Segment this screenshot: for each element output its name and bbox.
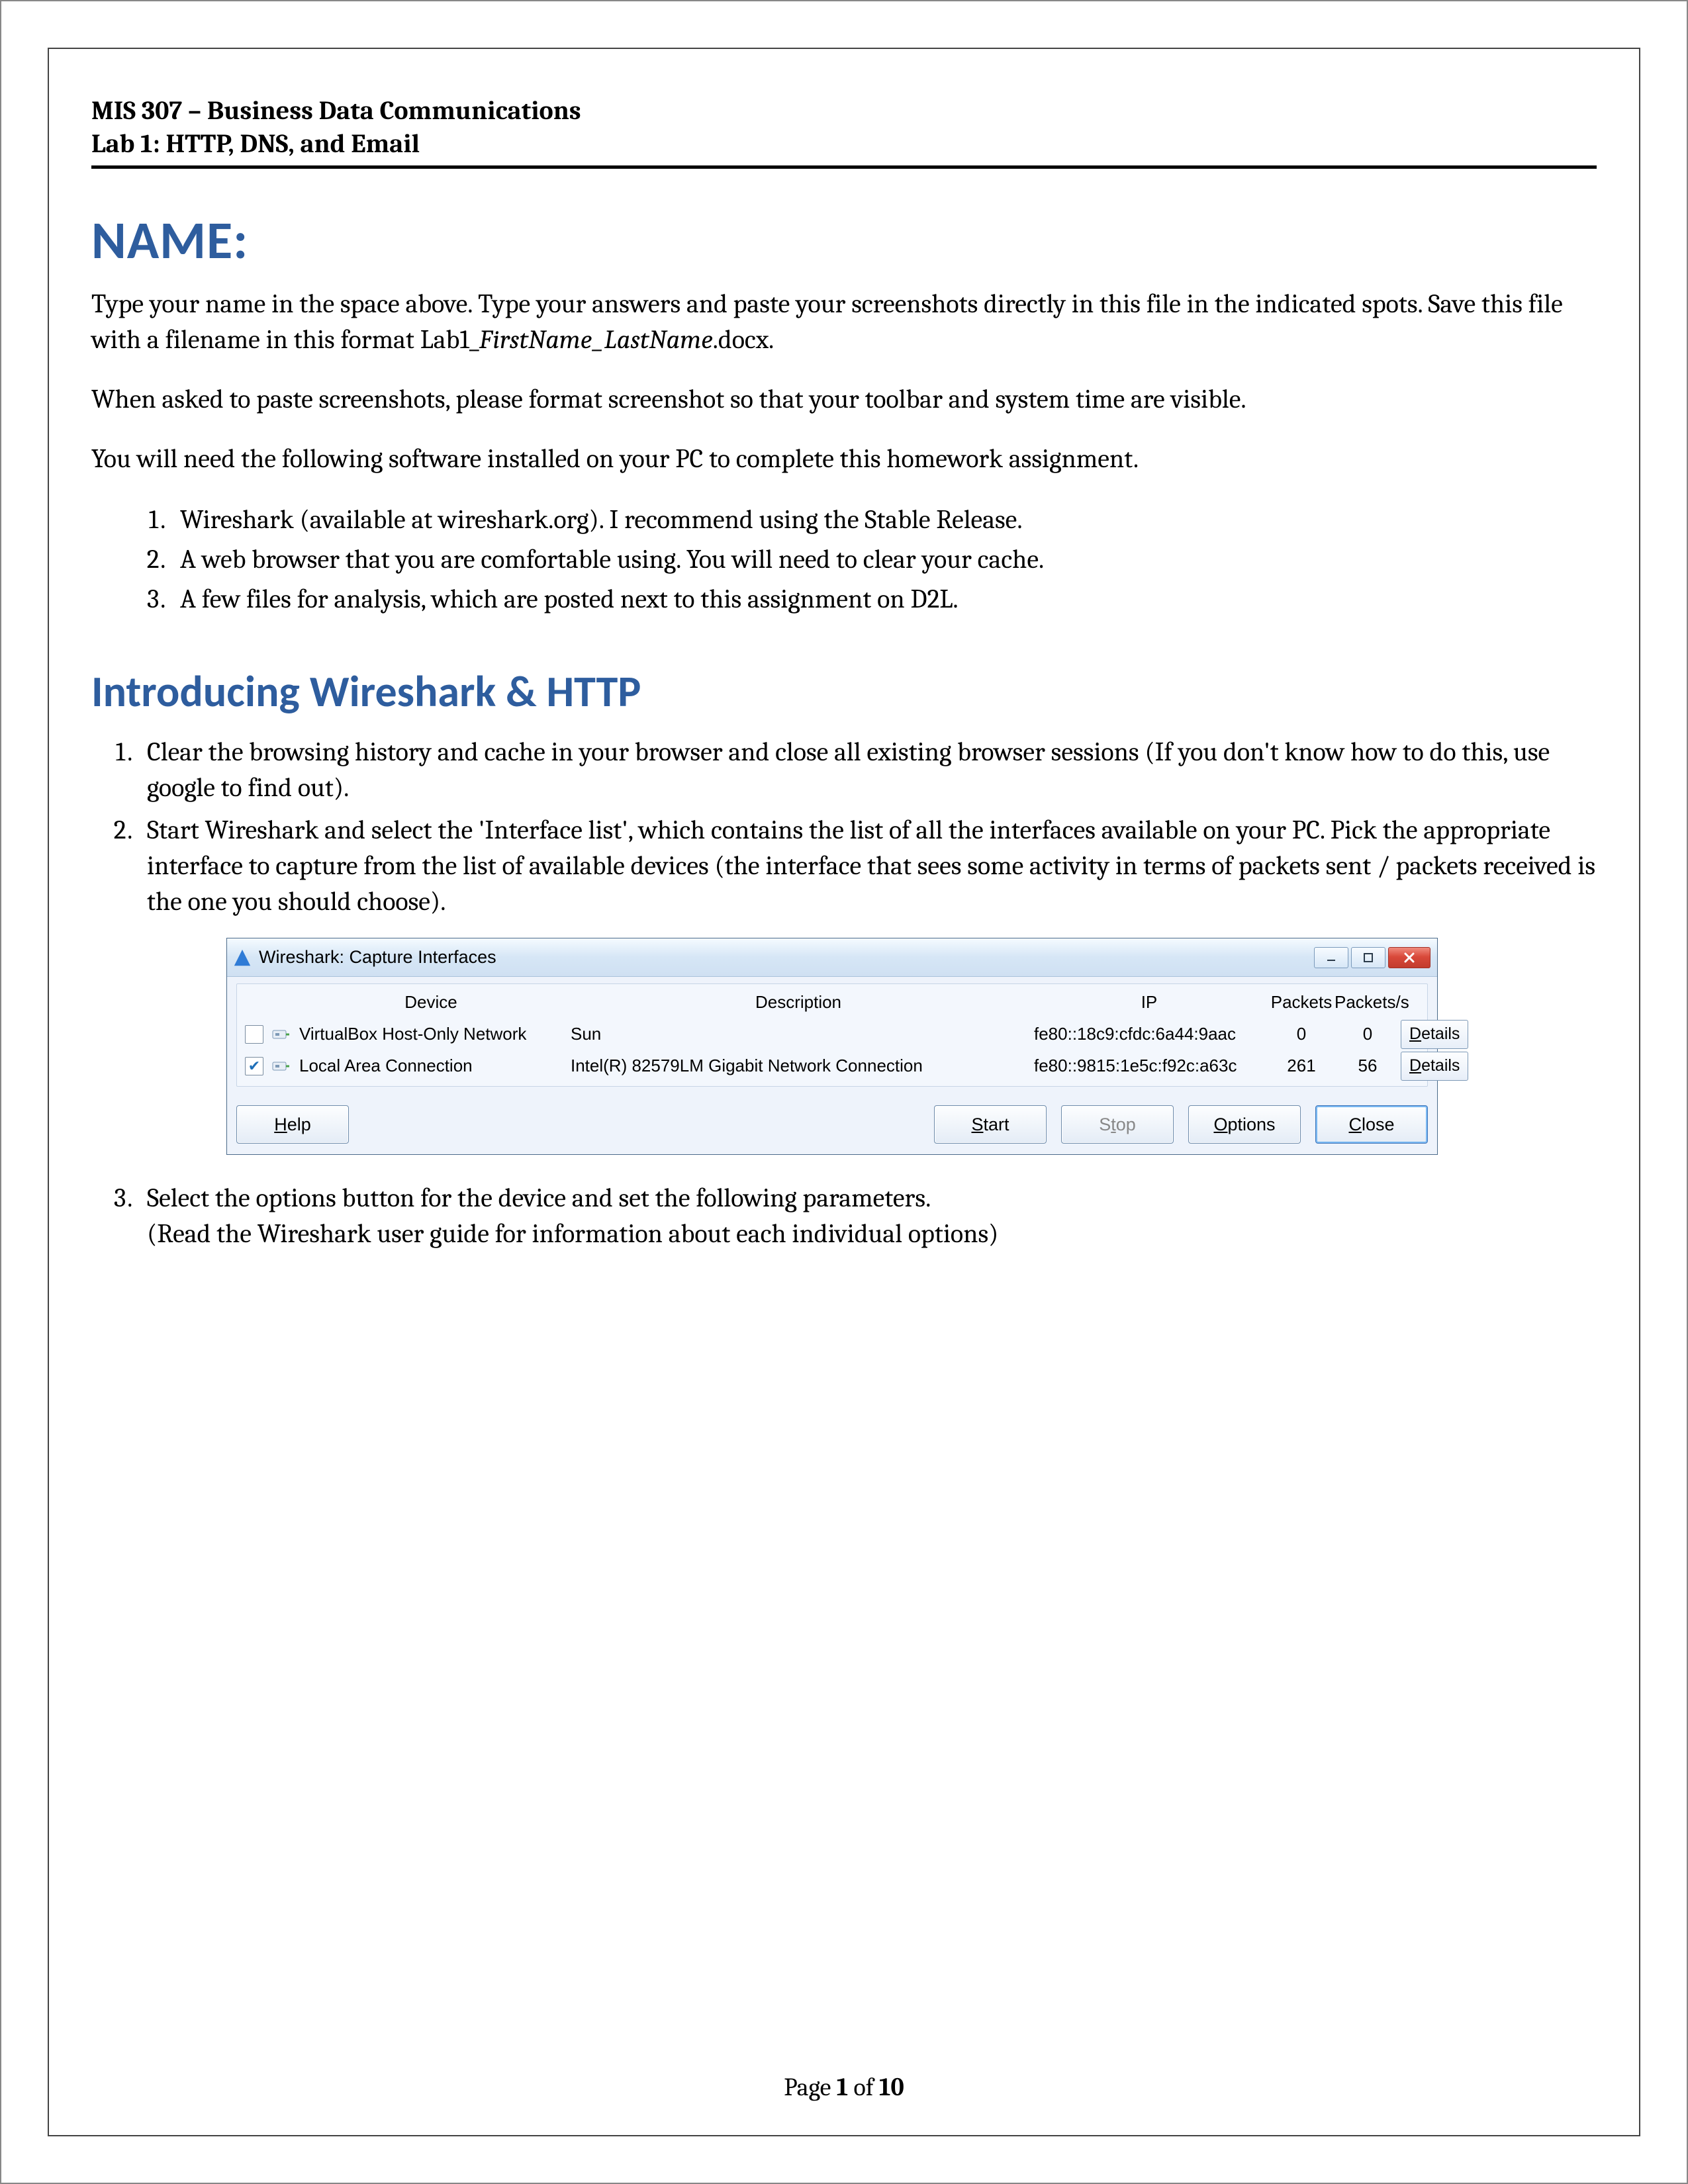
row2-device: Local Area Connection (295, 1054, 567, 1077)
dialog-button-bar: Help Start Stop Options Close (236, 1105, 1428, 1144)
interface-row-2: ✔ Local Area Connection Intel(R) 82579LM… (237, 1050, 1427, 1082)
row2-ip: fe80::9815:1e5c:f92c:a63c (1030, 1054, 1268, 1077)
wireshark-app-icon (232, 948, 252, 968)
software-list: Wireshark (available at wireshark.org). … (91, 500, 1597, 618)
minimize-button[interactable] (1314, 947, 1348, 968)
footer-page-total: 10 (879, 2073, 904, 2102)
close-button[interactable] (1388, 947, 1430, 968)
footer-of: of (848, 2073, 879, 2102)
software-item-1: Wireshark (available at wireshark.org). … (171, 500, 1597, 539)
maximize-button[interactable] (1351, 947, 1385, 968)
software-item-3: A few files for analysis, which are post… (171, 580, 1597, 618)
intro-1-filename-italic: FirstName_LastName (479, 324, 713, 355)
doc-header-line2: Lab 1: HTTP, DNS, and Email (91, 127, 1597, 160)
name-heading: NAME: (91, 208, 1597, 273)
options-label-rest: ptions (1227, 1115, 1275, 1134)
footer-page-num: 1 (837, 2073, 848, 2102)
row1-packets: 0 (1268, 1023, 1335, 1046)
help-label-rest: elp (287, 1115, 311, 1134)
step-3a-text: Select the options button for the device… (147, 1183, 931, 1213)
intro-paragraph-2: When asked to paste screenshots, please … (91, 381, 1597, 417)
stop-button[interactable]: Stop (1061, 1105, 1174, 1144)
row1-packets-s: 0 (1335, 1023, 1401, 1046)
col-packets-s: Packets/s (1335, 991, 1401, 1014)
wireshark-screenshot: Wireshark: Capture Interfaces (226, 938, 1597, 1155)
dialog-close-button[interactable]: Close (1315, 1105, 1428, 1144)
col-description: Description (567, 991, 1030, 1014)
step-3b-text: (Read the Wireshark user guide for infor… (147, 1218, 998, 1249)
row2-description: Intel(R) 82579LM Gigabit Network Connect… (567, 1054, 1030, 1077)
options-button[interactable]: Options (1188, 1105, 1301, 1144)
start-label-rest: tart (984, 1115, 1009, 1134)
close-label-rest: lose (1362, 1115, 1395, 1134)
window-sys-buttons (1314, 947, 1432, 968)
row1-ip: fe80::18c9:cfdc:6a44:9aac (1030, 1023, 1268, 1046)
intro-paragraph-3: You will need the following software ins… (91, 441, 1597, 477)
intro-paragraph-1: Type your name in the space above. Type … (91, 286, 1597, 357)
col-ip: IP (1030, 991, 1268, 1014)
col-device: Device (295, 991, 567, 1014)
row2-details-label-rest: etails (1421, 1056, 1460, 1075)
wireshark-titlebar: Wireshark: Capture Interfaces (227, 938, 1437, 977)
wireshark-window-title: Wireshark: Capture Interfaces (259, 945, 496, 969)
wireshark-window: Wireshark: Capture Interfaces (226, 938, 1438, 1155)
row2-checkbox[interactable]: ✔ (245, 1057, 263, 1075)
software-item-2: A web browser that you are comfortable u… (171, 540, 1597, 578)
step-3: Select the options button for the device… (138, 1180, 1597, 1251)
step-1: Clear the browsing history and cache in … (138, 734, 1597, 805)
row1-device: VirtualBox Host-Only Network (295, 1023, 567, 1046)
intro-1b: .docx. (713, 324, 774, 355)
page-footer: Page 1 of 10 (49, 2073, 1639, 2102)
row1-details-button[interactable]: Details (1401, 1020, 1468, 1049)
interfaces-header-row: Device Description IP Packets Packets/s (237, 987, 1427, 1019)
help-button[interactable]: Help (236, 1105, 349, 1144)
step-2-text: Start Wireshark and select the 'Interfac… (147, 815, 1595, 917)
stop-label-rest: op (1116, 1115, 1136, 1134)
row2-packets-s: 56 (1335, 1054, 1401, 1077)
doc-header-line1: MIS 307 – Business Data Communications (91, 94, 1597, 127)
section-heading-wireshark: Introducing Wireshark & HTTP (91, 664, 1597, 718)
row2-packets: 261 (1268, 1054, 1335, 1077)
header-rule (91, 165, 1597, 169)
interfaces-panel: Device Description IP Packets Packets/s (236, 983, 1428, 1087)
row1-checkbox[interactable] (245, 1025, 263, 1044)
steps-list: Clear the browsing history and cache in … (91, 734, 1597, 1251)
network-adapter-icon (271, 1026, 290, 1042)
start-button[interactable]: Start (934, 1105, 1047, 1144)
row1-details-label-rest: etails (1421, 1024, 1460, 1043)
col-packets: Packets (1268, 991, 1335, 1014)
network-adapter-icon (271, 1058, 290, 1074)
wireshark-body: Device Description IP Packets Packets/s (227, 977, 1437, 1154)
intro-1a: Type your name in the space above. Type … (91, 289, 1563, 355)
row2-details-button[interactable]: Details (1401, 1052, 1468, 1081)
footer-prefix: Page (784, 2073, 837, 2102)
interface-row-1: VirtualBox Host-Only Network Sun fe80::1… (237, 1019, 1427, 1050)
row1-description: Sun (567, 1023, 1030, 1046)
step-2: Start Wireshark and select the 'Interfac… (138, 812, 1597, 1155)
